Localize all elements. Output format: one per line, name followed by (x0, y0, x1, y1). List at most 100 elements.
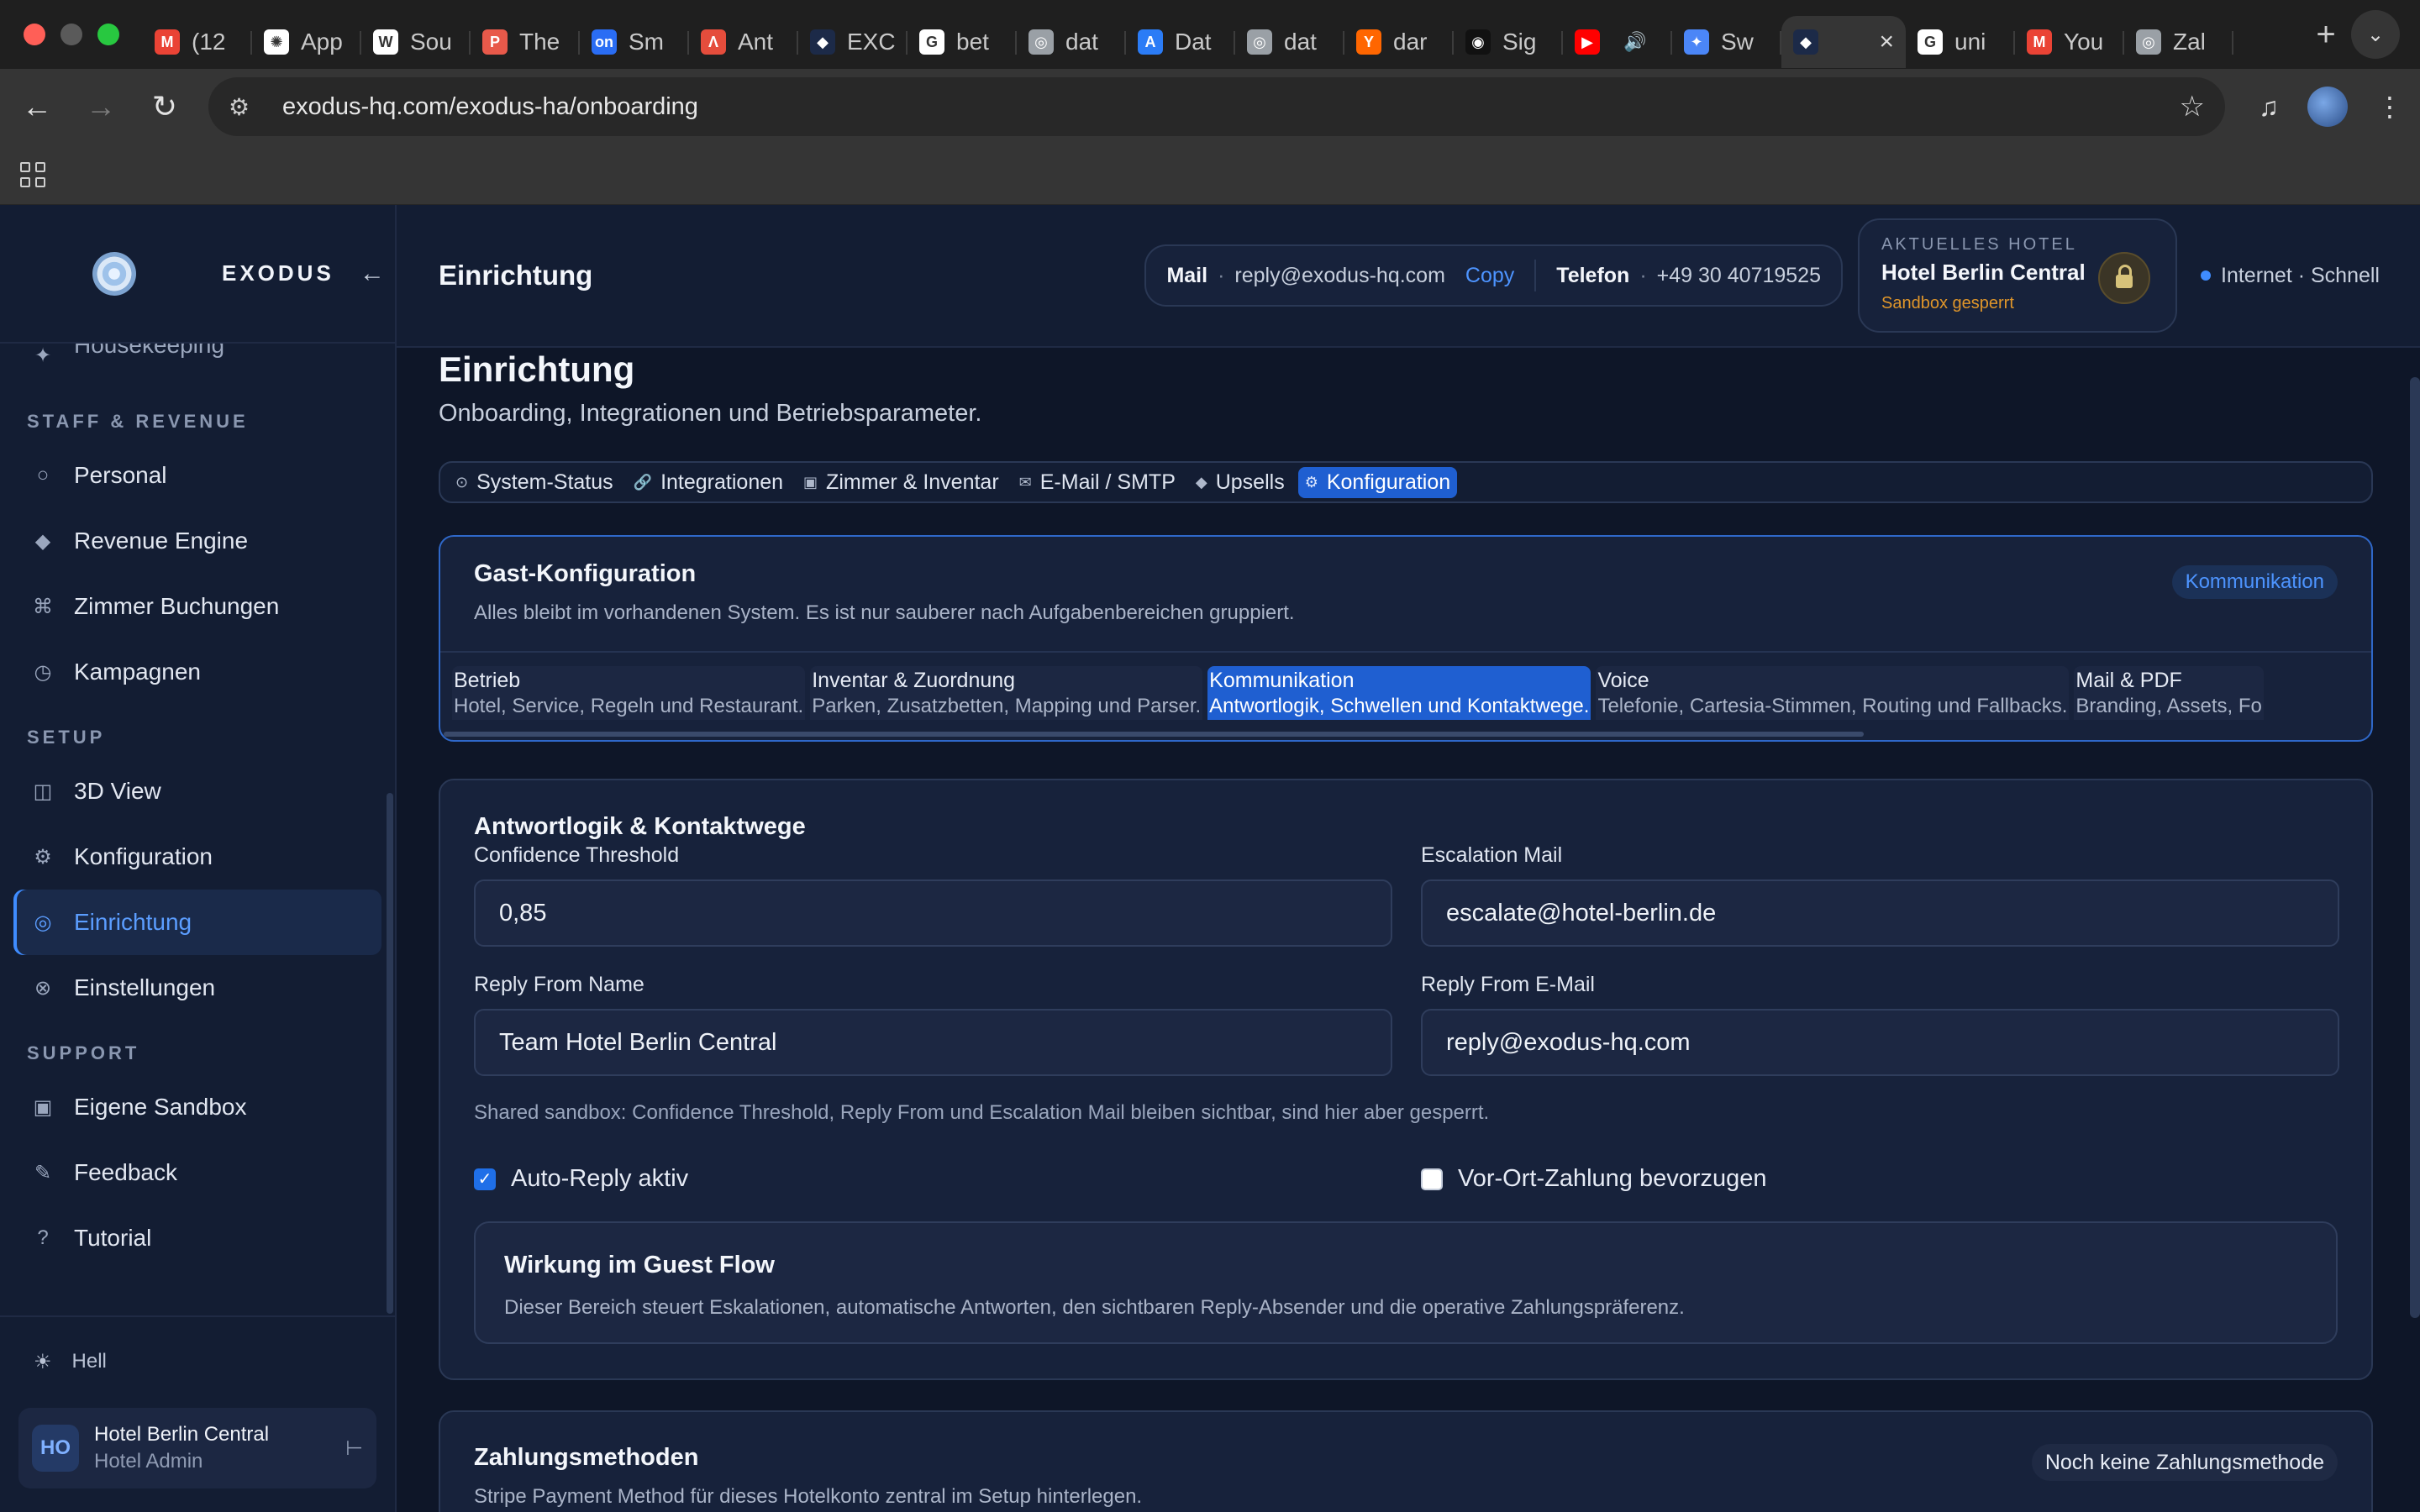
logout-icon[interactable]: ⊢ (345, 1436, 363, 1461)
sidebar-item-personal[interactable]: ○ Personal (13, 443, 381, 508)
subtabs-scrollbar[interactable] (444, 732, 1864, 737)
browser-tab[interactable]: M You (2015, 16, 2124, 68)
theme-toggle[interactable]: ☀ Hell (18, 1341, 376, 1383)
current-hotel-card[interactable]: AKTUELLES HOTEL Hotel Berlin Central San… (1858, 218, 2177, 333)
close-window-button[interactable] (24, 24, 45, 45)
topbar-title: Einrichtung (439, 260, 593, 291)
on-icon: on (592, 29, 617, 55)
form-title: Antwortlogik & Kontaktwege (474, 813, 806, 840)
profile-avatar[interactable] (2307, 87, 2348, 127)
collapse-sidebar-icon[interactable]: ← (360, 260, 385, 288)
auto-reply-label: Auto-Reply aktiv (511, 1165, 689, 1192)
reply-from-email-input[interactable]: reply@exodus-hq.com (1421, 1009, 2339, 1076)
onsite-payment-checkbox[interactable]: Vor-Ort-Zahlung bevorzugen (1421, 1165, 2339, 1193)
card-subtitle: Alles bleibt im vorhandenen System. Es i… (474, 601, 1295, 624)
tab-search-button[interactable]: ⌄ (2351, 10, 2400, 59)
sidebar-item-housekeeping[interactable]: ✦ Housekeeping (13, 344, 381, 377)
browser-tab[interactable]: ◆ × (1781, 16, 1906, 68)
sidebar-item-tutorial[interactable]: ? Tutorial (13, 1205, 381, 1271)
sidebar-item-konfiguration[interactable]: ⚙ Konfiguration (13, 824, 381, 890)
minimize-window-button[interactable] (60, 24, 82, 45)
browser-tab[interactable]: A Dat (1126, 16, 1235, 68)
tab-mail-pdf[interactable]: Mail & PDF Branding, Assets, Fo (2074, 666, 2264, 720)
close-tab-icon[interactable]: × (1879, 28, 1894, 56)
browser-tab[interactable]: P The (471, 16, 580, 68)
url-text[interactable]: exodus-hq.com/exodus-ha/onboarding (282, 93, 2180, 121)
sidebar-nav: ✦ Housekeeping STAFF & REVENUE ○ Personal ◆… (0, 344, 395, 1271)
subtab-description: Antwortlogik, Schwellen und Kontaktwege. (1209, 695, 1590, 717)
browser-tab[interactable]: on Sm (580, 16, 689, 68)
tab-title: dar (1393, 29, 1428, 55)
checkbox-unchecked-icon[interactable] (1421, 1168, 1443, 1190)
subtab-title: Inventar & Zuordnung (812, 669, 1016, 692)
address-bar[interactable]: ⚙ exodus-hq.com/exodus-ha/onboarding ☆ (208, 77, 2225, 136)
browser-tab[interactable]: ✺ App (252, 16, 361, 68)
checkbox-checked-icon[interactable]: ✓ (474, 1168, 496, 1190)
forward-button[interactable]: → (74, 80, 128, 134)
reload-button[interactable]: ↻ (138, 80, 192, 134)
copy-button[interactable]: Copy (1465, 264, 1514, 288)
audio-playing-icon[interactable]: 🔊 (1623, 31, 1646, 53)
tab-title: Dat (1175, 29, 1212, 55)
section-nav-zimmer-inventar[interactable]: ▣ Zimmer & Inventar (797, 467, 1006, 498)
exodus-icon: ◆ (1793, 29, 1818, 55)
main-scrollbar[interactable] (2410, 377, 2420, 1318)
site-settings-icon[interactable]: ⚙ (229, 93, 262, 121)
sidebar-item-feedback[interactable]: ✎ Feedback (13, 1140, 381, 1205)
sidebar-item-einstellungen[interactable]: ⊗ Einstellungen (13, 955, 381, 1021)
bookmarks-bar (0, 144, 2420, 205)
escalation-label: Escalation Mail (1421, 843, 1563, 867)
browser-tab[interactable]: Λ Ant (689, 16, 798, 68)
config-subtabs: Betrieb Hotel, Service, Regeln und Restau… (440, 653, 2371, 740)
tab-kommunikation[interactable]: Kommunikation Antwortlogik, Schwellen und… (1207, 666, 1591, 720)
section-nav-e-mail-smtp[interactable]: ✉ E-Mail / SMTP (1013, 467, 1182, 498)
browser-tab[interactable]: ✦ Sw (1672, 16, 1781, 68)
browser-tab[interactable]: Gbet (908, 16, 1017, 68)
browser-tab[interactable]: ▶ 🔊 (1563, 16, 1672, 68)
browser-tab[interactable]: ◎ dat (1017, 16, 1126, 68)
section-nav-konfiguration[interactable]: ⚙ Konfiguration (1297, 466, 1458, 498)
browser-tab[interactable]: ◆ EXC (798, 16, 908, 68)
browser-tab[interactable]: ◎ dat (1235, 16, 1344, 68)
sidebar-section-title: SETUP (27, 727, 106, 748)
sidebar-item-zimmer-buchungen[interactable]: ⌘ Zimmer Buchungen (13, 574, 381, 639)
new-tab-button[interactable]: + (2301, 16, 2351, 54)
sidebar-item-3d-view[interactable]: ◫ 3D View (13, 759, 381, 824)
sidebar-item-einrichtung[interactable]: ◎ Einrichtung (13, 890, 381, 955)
browser-tab[interactable]: Ydar (1344, 16, 1454, 68)
sidebar-item-revenue-engine[interactable]: ◆ Revenue Engine (13, 508, 381, 574)
browser-tab[interactable]: M (12 (143, 16, 252, 68)
reply-from-name-input[interactable]: Team Hotel Berlin Central (474, 1009, 1392, 1076)
tab-voice[interactable]: Voice Telefonie, Cartesia-Stimmen, Routin… (1596, 666, 2070, 720)
user-card[interactable]: HO Hotel Berlin Central Hotel Admin ⊢ (18, 1408, 376, 1488)
auto-reply-checkbox[interactable]: ✓ Auto-Reply aktiv (474, 1165, 1421, 1193)
onsite-payment-label: Vor-Ort-Zahlung bevorzugen (1458, 1165, 1767, 1192)
bookmark-star-icon[interactable]: ☆ (2180, 90, 2205, 123)
more-menu-icon[interactable]: ⋮ (2376, 91, 2403, 123)
section-icon: 🔗 (633, 473, 653, 491)
sidebar-scrollbar[interactable] (387, 793, 393, 1314)
browser-tab[interactable]: Guni (1906, 16, 2015, 68)
page-content: Einrichtung Onboarding, Integrationen un… (397, 348, 2420, 1512)
sidebar-item-kampagnen[interactable]: ◷ Kampagnen (13, 639, 381, 705)
tab-betrieb[interactable]: Betrieb Hotel, Service, Regeln und Restau… (452, 666, 806, 720)
back-button[interactable]: ← (10, 80, 64, 134)
app-root: EXODUS ← ✦ Housekeeping STAFF & REVENUE ○… (0, 205, 2420, 1512)
sidebar-item-eigene-sandbox[interactable]: ▣ Eigene Sandbox (13, 1074, 381, 1140)
media-control-icon[interactable]: ♫ (2259, 92, 2279, 123)
section-nav-integrationen[interactable]: 🔗 Integrationen (627, 467, 790, 498)
browser-tab[interactable]: ◎ Zal (2124, 16, 2233, 68)
browser-tab[interactable]: W Sou (361, 16, 471, 68)
tab-inventar-zuordnung[interactable]: Inventar & Zuordnung Parken, Zusatzbetten… (810, 666, 1203, 720)
confidence-threshold-input[interactable]: 0,85 (474, 879, 1392, 947)
page-title: Einrichtung (439, 349, 635, 389)
card-title: Gast-Konfiguration (474, 560, 697, 587)
escalation-mail-input[interactable]: escalate@hotel-berlin.de (1421, 879, 2339, 947)
section-nav-system-status[interactable]: ⊙ System-Status (449, 467, 620, 498)
apps-grid-icon[interactable] (20, 161, 45, 187)
browser-tab[interactable]: ◉ Sig (1454, 16, 1563, 68)
maximize-window-button[interactable] (97, 24, 119, 45)
section-nav-upsells[interactable]: ◆ Upsells (1189, 467, 1292, 498)
sidebar-item-label: Einstellungen (74, 974, 216, 1000)
section-label: System-Status (476, 470, 613, 494)
